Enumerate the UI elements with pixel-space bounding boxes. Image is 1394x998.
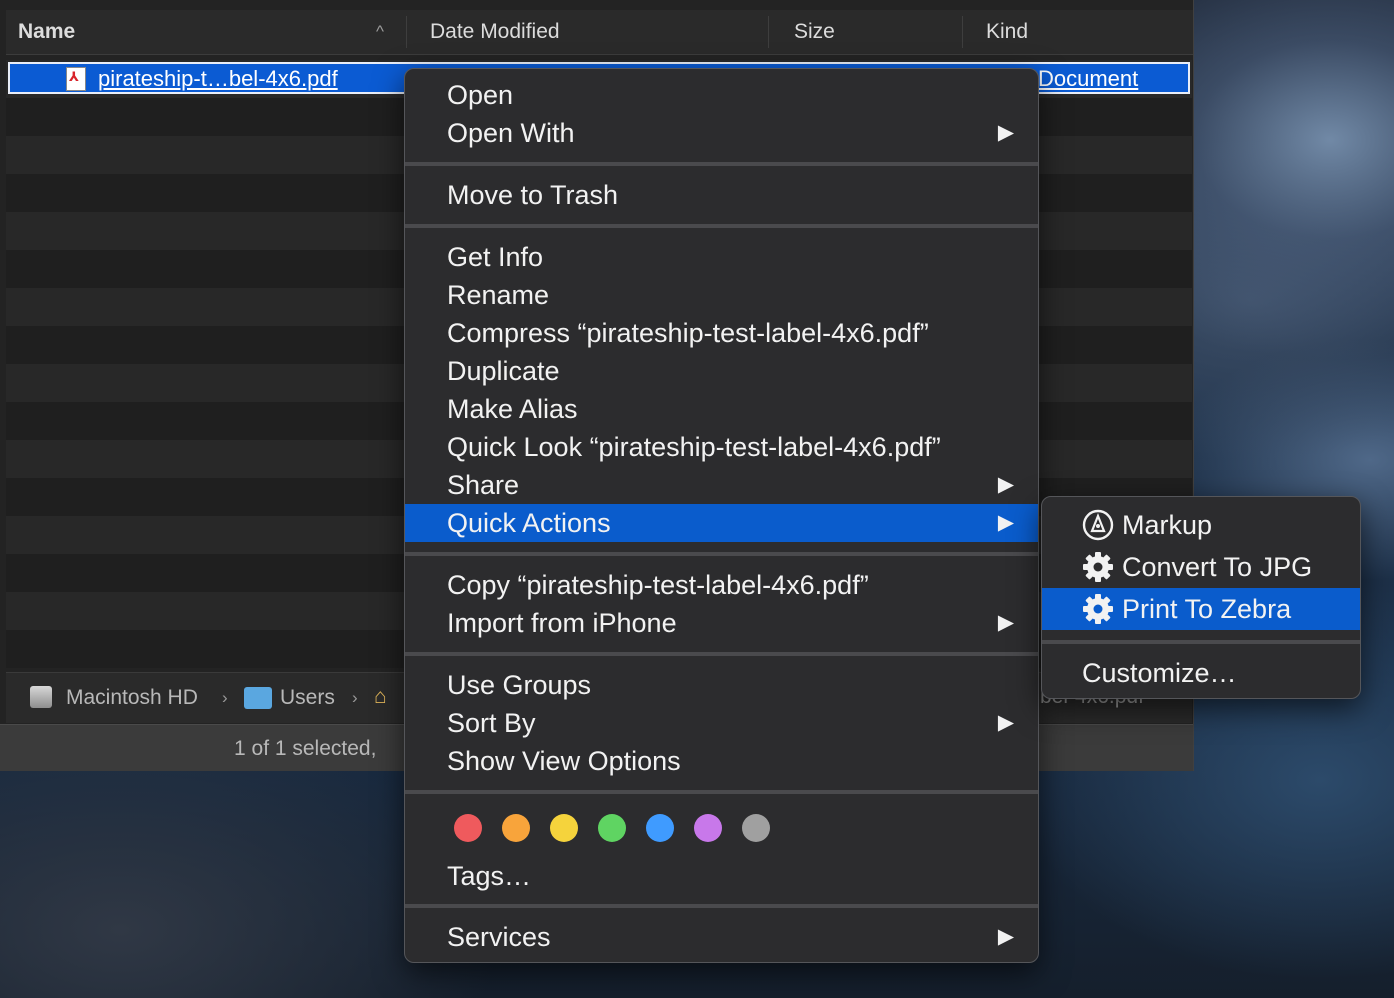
menu-item-tags[interactable]: Tags…	[405, 857, 1038, 895]
path-item-macintosh-hd[interactable]: Macintosh HD	[66, 673, 198, 723]
menu-item-label: Share	[447, 470, 520, 500]
context-menu: Open Open With ▶ Move to Trash Get Info R…	[404, 68, 1039, 963]
selection-status: 1 of 1 selected,	[234, 737, 377, 760]
submenu-arrow-icon: ▶	[997, 711, 1014, 734]
menu-item-label: Open With	[447, 118, 575, 148]
hard-drive-icon	[30, 686, 52, 708]
submenu-arrow-icon: ▶	[997, 611, 1014, 634]
menu-item-label: Move to Trash	[447, 180, 619, 210]
submenu-arrow-icon: ▶	[997, 925, 1014, 948]
menu-item-move-to-trash[interactable]: Move to Trash	[405, 176, 1038, 214]
sort-ascending-icon: ^	[376, 22, 384, 41]
menu-item-open[interactable]: Open	[405, 76, 1038, 114]
menu-item-sort-by[interactable]: Sort By ▶	[405, 704, 1038, 742]
tag-green-dot[interactable]	[598, 814, 626, 842]
menu-item-label: Quick Actions	[447, 508, 611, 538]
submenu-item-print-to-zebra[interactable]: Print To Zebra	[1042, 588, 1360, 630]
menu-item-label: Sort By	[447, 708, 536, 738]
submenu-arrow-icon: ▶	[997, 473, 1014, 496]
tag-orange-dot[interactable]	[502, 814, 530, 842]
menu-separator	[405, 790, 1038, 794]
path-chevron-icon: ›	[352, 688, 358, 707]
tag-purple-dot[interactable]	[694, 814, 722, 842]
menu-item-compress[interactable]: Compress “pirateship-test-label-4x6.pdf”	[405, 314, 1038, 352]
column-name-header[interactable]: Name	[18, 10, 398, 54]
path-chevron-icon: ›	[222, 688, 228, 707]
column-kind-header[interactable]: Kind	[986, 10, 1028, 54]
submenu-item-label: Convert To JPG	[1122, 552, 1313, 582]
menu-separator	[405, 224, 1038, 228]
file-name: pirateship-t…bel-4x6.pdf	[98, 66, 338, 91]
gear-icon	[1083, 552, 1113, 582]
column-divider[interactable]	[406, 16, 407, 48]
menu-item-label: Tags…	[447, 861, 532, 891]
menu-separator	[405, 904, 1038, 908]
column-date-header[interactable]: Date Modified	[430, 10, 560, 54]
tag-yellow-dot[interactable]	[550, 814, 578, 842]
pdf-file-icon: ⅄	[66, 67, 86, 91]
menu-item-import-from-iphone[interactable]: Import from iPhone ▶	[405, 604, 1038, 642]
menu-item-make-alias[interactable]: Make Alias	[405, 390, 1038, 428]
menu-item-label: Copy “pirateship-test-label-4x6.pdf”	[447, 570, 869, 600]
menu-item-label: Show View Options	[447, 746, 681, 776]
menu-item-get-info[interactable]: Get Info	[405, 238, 1038, 276]
menu-item-use-groups[interactable]: Use Groups	[405, 666, 1038, 704]
menu-item-label: Services	[447, 922, 551, 952]
menu-item-label: Open	[447, 80, 514, 110]
menu-separator	[405, 162, 1038, 166]
menu-item-share[interactable]: Share ▶	[405, 466, 1038, 504]
menu-item-label: Make Alias	[447, 394, 578, 424]
tag-gray-dot[interactable]	[742, 814, 770, 842]
submenu-item-customize[interactable]: Customize…	[1042, 652, 1360, 694]
submenu-arrow-icon: ▶	[997, 121, 1014, 144]
menu-item-show-view-options[interactable]: Show View Options	[405, 742, 1038, 780]
menu-item-quick-actions[interactable]: Quick Actions ▶	[405, 504, 1038, 542]
path-item-users[interactable]: Users	[280, 673, 335, 723]
quick-actions-submenu: Markup Convert To JPG Print To Zebra Cus…	[1041, 496, 1361, 699]
users-folder-icon	[244, 687, 272, 709]
home-folder-icon[interactable]: ⌂	[374, 686, 387, 708]
menu-item-open-with[interactable]: Open With ▶	[405, 114, 1038, 152]
submenu-item-markup[interactable]: Markup	[1042, 504, 1360, 546]
tag-blue-dot[interactable]	[646, 814, 674, 842]
menu-item-services[interactable]: Services ▶	[405, 918, 1038, 956]
submenu-item-label: Print To Zebra	[1122, 594, 1292, 624]
submenu-item-label: Markup	[1122, 510, 1213, 540]
column-divider[interactable]	[768, 16, 769, 48]
menu-item-label: Use Groups	[447, 670, 592, 700]
menu-separator	[405, 552, 1038, 556]
menu-item-label: Duplicate	[447, 356, 560, 386]
submenu-item-convert-to-jpg[interactable]: Convert To JPG	[1042, 546, 1360, 588]
menu-item-label: Rename	[447, 280, 550, 310]
menu-separator	[405, 652, 1038, 656]
menu-item-label: Compress “pirateship-test-label-4x6.pdf”	[447, 318, 929, 348]
tag-red-dot[interactable]	[454, 814, 482, 842]
menu-item-copy[interactable]: Copy “pirateship-test-label-4x6.pdf”	[405, 566, 1038, 604]
markup-icon	[1082, 509, 1114, 541]
submenu-item-label: Customize…	[1082, 658, 1237, 688]
gear-icon	[1083, 594, 1113, 624]
column-size-header[interactable]: Size	[794, 10, 835, 54]
menu-item-label: Get Info	[447, 242, 544, 272]
menu-separator	[1042, 640, 1360, 644]
menu-item-label: Quick Look “pirateship-test-label-4x6.pd…	[447, 432, 941, 462]
file-kind: Document	[1038, 66, 1139, 91]
column-header: Name ^ Date Modified Size Kind	[6, 10, 1193, 55]
menu-item-quick-look[interactable]: Quick Look “pirateship-test-label-4x6.pd…	[405, 428, 1038, 466]
menu-item-rename[interactable]: Rename	[405, 276, 1038, 314]
menu-item-duplicate[interactable]: Duplicate	[405, 352, 1038, 390]
menu-item-label: Import from iPhone	[447, 608, 677, 638]
submenu-arrow-icon: ▶	[997, 511, 1014, 534]
column-divider[interactable]	[962, 16, 963, 48]
